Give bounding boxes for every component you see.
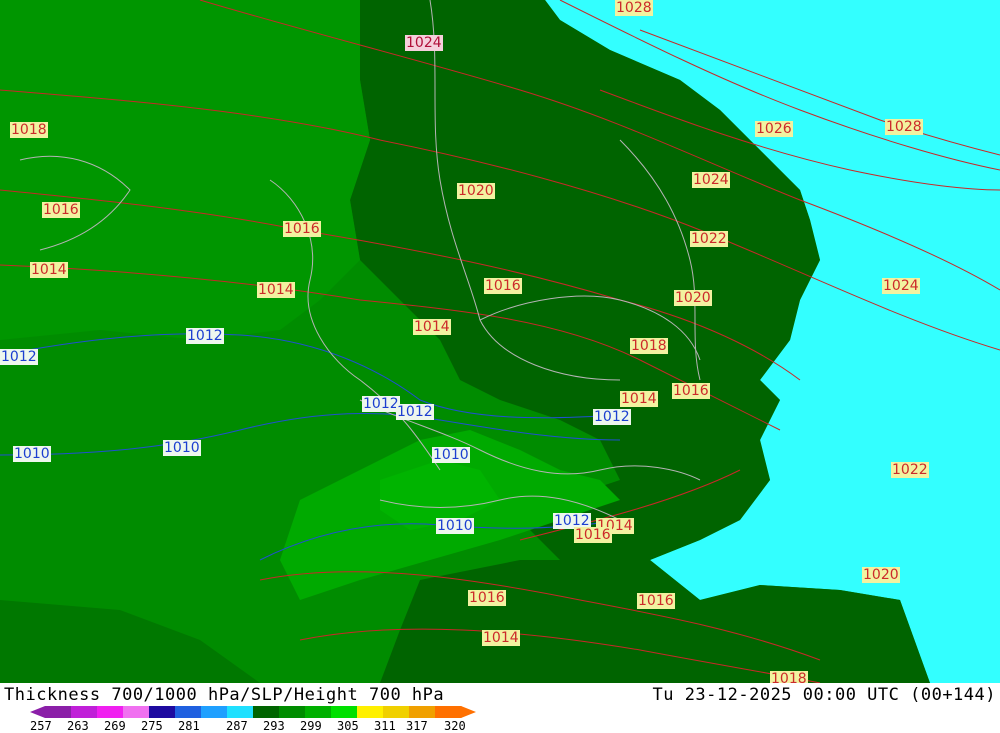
scale-swatch (71, 706, 98, 718)
isobar-label: 1014 (482, 630, 520, 646)
scale-swatch (227, 706, 254, 718)
isobar-label: 1028 (615, 0, 653, 16)
scale-tick-label: 281 (178, 719, 200, 733)
isobar-label: 1018 (10, 122, 48, 138)
isobar-label: 1022 (891, 462, 929, 478)
isobar-label: 1016 (484, 278, 522, 294)
scale-swatch (175, 706, 202, 718)
scale-tick-label: 257 (30, 719, 52, 733)
valid-time: Tu 23-12-2025 00:00 UTC (00+144) (652, 685, 996, 705)
isobar-label: 1010 (436, 518, 474, 534)
scale-swatch (45, 706, 72, 718)
isobar-label: 1010 (163, 440, 201, 456)
scale-swatch (435, 706, 462, 718)
isobar-label: 1012 (396, 404, 434, 420)
scale-tick-label: 269 (104, 719, 126, 733)
isobar-label: 1018 (630, 338, 668, 354)
isobar-label: 1012 (593, 409, 631, 425)
color-scale-ticks: 257 263 269 275 281 287 293 299 305 311 317 320 (0, 719, 520, 733)
isobar-label: 1022 (690, 231, 728, 247)
scale-swatch (149, 706, 176, 718)
color-scale-bar (30, 706, 476, 718)
scale-tick-label: 305 (337, 719, 359, 733)
scale-tick-label: 317 (406, 719, 428, 733)
scale-swatch (305, 706, 332, 718)
scale-tick-label: 287 (226, 719, 248, 733)
isobar-label: 1016 (672, 383, 710, 399)
isobar-label: 1010 (13, 446, 51, 462)
isobar-label: 1014 (620, 391, 658, 407)
scale-tick-label: 275 (141, 719, 163, 733)
scale-swatch (123, 706, 150, 718)
scale-swatch (409, 706, 436, 718)
scale-tick-label: 263 (67, 719, 89, 733)
isobar-label: 1012 (0, 349, 38, 365)
scale-swatch (97, 706, 124, 718)
isobar-label: 1012 (186, 328, 224, 344)
isobar-label: 1016 (637, 593, 675, 609)
isobar-label: 1016 (468, 590, 506, 606)
isobar-label: 1014 (413, 319, 451, 335)
map-footer: Thickness 700/1000 hPa/SLP/Height 700 hP… (0, 683, 1000, 733)
scale-swatch (253, 706, 280, 718)
isobar-label: 1014 (257, 282, 295, 298)
weather-map-screen: 1028 1024 1018 1026 1028 1020 1024 1016 1016 1022… (0, 0, 1000, 733)
product-title: Thickness 700/1000 hPa/SLP/Height 700 hP… (4, 685, 445, 705)
scale-tick-label: 311 (374, 719, 396, 733)
scale-swatch (357, 706, 384, 718)
isobar-label: 1024 (882, 278, 920, 294)
scale-swatch (279, 706, 306, 718)
mid-green-west (0, 0, 370, 340)
isobar-label: 1020 (457, 183, 495, 199)
scale-swatch (331, 706, 358, 718)
isobar-label: 1026 (755, 121, 793, 137)
isobar-label: 1020 (862, 567, 900, 583)
scale-swatch (383, 706, 410, 718)
isobar-label: 1024 (405, 35, 443, 51)
isobar-label: 1016 (283, 221, 321, 237)
scale-arrow-left (30, 706, 45, 718)
isobar-label: 1024 (692, 172, 730, 188)
isobar-label: 1012 (362, 396, 400, 412)
isobar-label: 1010 (432, 447, 470, 463)
scale-tick-label: 299 (300, 719, 322, 733)
scale-tick-label: 293 (263, 719, 285, 733)
weather-map (0, 0, 1000, 683)
isobar-label: 1014 (30, 262, 68, 278)
isobar-label: 1020 (674, 290, 712, 306)
isobar-label: 1016 (42, 202, 80, 218)
isobar-label: 1028 (885, 119, 923, 135)
scale-swatch (201, 706, 228, 718)
scale-arrow-right (461, 706, 476, 718)
isobar-label: 1016 (574, 527, 612, 543)
scale-tick-label: 320 (444, 719, 466, 733)
